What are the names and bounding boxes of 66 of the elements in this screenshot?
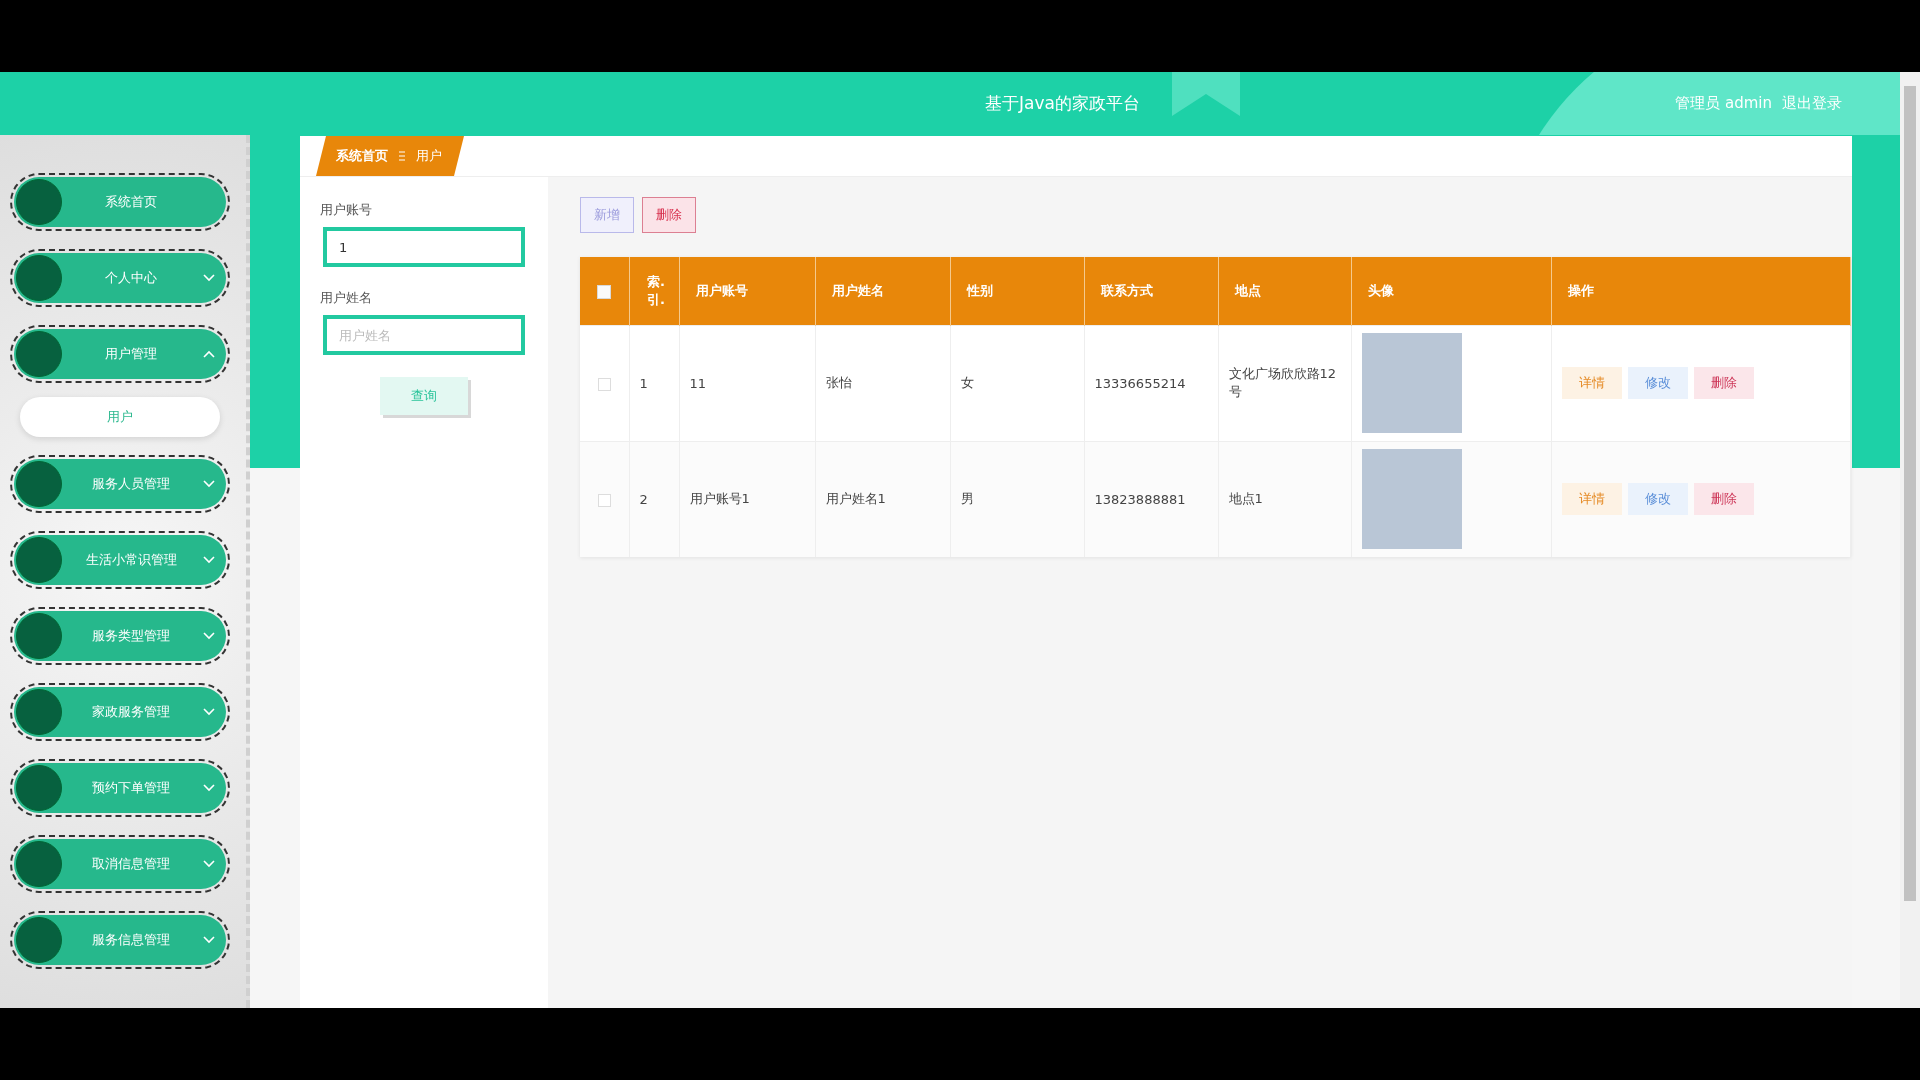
sidebar-menu-item[interactable]: 服务类型管理 xyxy=(10,607,230,665)
sidebar-menu-item[interactable]: 服务信息管理 xyxy=(10,911,230,969)
circle-icon xyxy=(16,765,62,811)
scrollbar-thumb[interactable] xyxy=(1904,86,1916,901)
table-cell: 13823888881 xyxy=(1084,441,1218,557)
column-header: 地点 xyxy=(1218,257,1351,325)
breadcrumb-link[interactable]: 用户 xyxy=(416,147,442,165)
delete-button[interactable]: 删除 xyxy=(1693,367,1754,399)
table-cell: 张怡 xyxy=(815,325,950,441)
sidebar-menu-item[interactable]: 用户管理 xyxy=(10,325,230,383)
table-cell: 13336655214 xyxy=(1084,325,1218,441)
ribbon-drawing xyxy=(1172,72,1240,116)
table-cell: 地点1 xyxy=(1218,441,1351,557)
circle-icon xyxy=(16,255,62,301)
add-button[interactable]: 新增 xyxy=(580,197,634,233)
circle-icon xyxy=(16,461,62,507)
breadcrumb-link[interactable]: 系统首页 xyxy=(336,147,388,165)
row-checkbox[interactable] xyxy=(597,493,611,507)
delete-button[interactable]: 删除 xyxy=(1693,483,1754,516)
input-field[interactable]: 1 xyxy=(323,227,525,267)
table-cell: 2 xyxy=(629,441,679,557)
separator-icon xyxy=(398,151,406,161)
circle-icon xyxy=(16,537,62,583)
admin-label: 管理员 admin xyxy=(1675,94,1772,113)
edit-button[interactable]: 修改 xyxy=(1627,367,1688,399)
sidebar-menu-item[interactable]: 服务人员管理 xyxy=(10,455,230,513)
column-header: 性别 xyxy=(950,257,1084,325)
circle-icon xyxy=(16,613,62,659)
column-header: 头像 xyxy=(1351,257,1551,325)
circle-icon xyxy=(16,689,62,735)
table-cell: 用户账号1 xyxy=(679,441,815,557)
logout-link[interactable]: 退出登录 xyxy=(1782,94,1842,113)
circle-icon xyxy=(16,917,62,963)
scrollbar[interactable] xyxy=(1900,72,1920,1008)
sidebar-menu-item[interactable]: 生活小常识管理 xyxy=(10,531,230,589)
detail-button[interactable]: 详情 xyxy=(1561,483,1622,516)
table-cell: 男 xyxy=(950,441,1084,557)
column-header: 索. 引. xyxy=(629,257,679,325)
submenu-item[interactable]: 用户 xyxy=(20,397,220,437)
delete-button[interactable]: 删除 xyxy=(642,197,696,233)
row-checkbox[interactable] xyxy=(597,377,611,391)
sidebar-menu-item[interactable]: 取消信息管理 xyxy=(10,835,230,893)
field-label: 用户姓名 xyxy=(320,289,373,307)
edit-button[interactable]: 修改 xyxy=(1627,483,1688,516)
table-cell: 1 xyxy=(629,325,679,441)
table-cell: 11 xyxy=(679,325,815,441)
sidebar-menu-item[interactable]: 预约下单管理 xyxy=(10,759,230,817)
table-cell: 文化广场欣欣路12号 xyxy=(1218,325,1351,441)
column-header: 用户账号 xyxy=(679,257,815,325)
detail-button[interactable]: 详情 xyxy=(1561,367,1622,399)
site-title: 基于Java的家政平台 xyxy=(985,92,1140,115)
circle-icon xyxy=(16,331,62,377)
search-button[interactable]: 查询 xyxy=(380,377,468,415)
select-all-checkbox[interactable] xyxy=(597,284,612,299)
table-cell: 女 xyxy=(950,325,1084,441)
table-cell: 用户姓名1 xyxy=(815,441,950,557)
column-header: 用户姓名 xyxy=(815,257,950,325)
circle-icon xyxy=(16,179,62,225)
circle-icon xyxy=(16,841,62,887)
sidebar-menu-item[interactable]: 个人中心 xyxy=(10,249,230,307)
column-header: 联系方式 xyxy=(1084,257,1218,325)
field-label: 用户账号 xyxy=(320,201,373,219)
input-field[interactable]: 用户姓名 xyxy=(323,315,525,355)
sidebar-menu-item[interactable]: 系统首页 xyxy=(10,173,230,231)
sidebar-menu-item[interactable]: 家政服务管理 xyxy=(10,683,230,741)
column-header: 操作 xyxy=(1551,257,1851,325)
